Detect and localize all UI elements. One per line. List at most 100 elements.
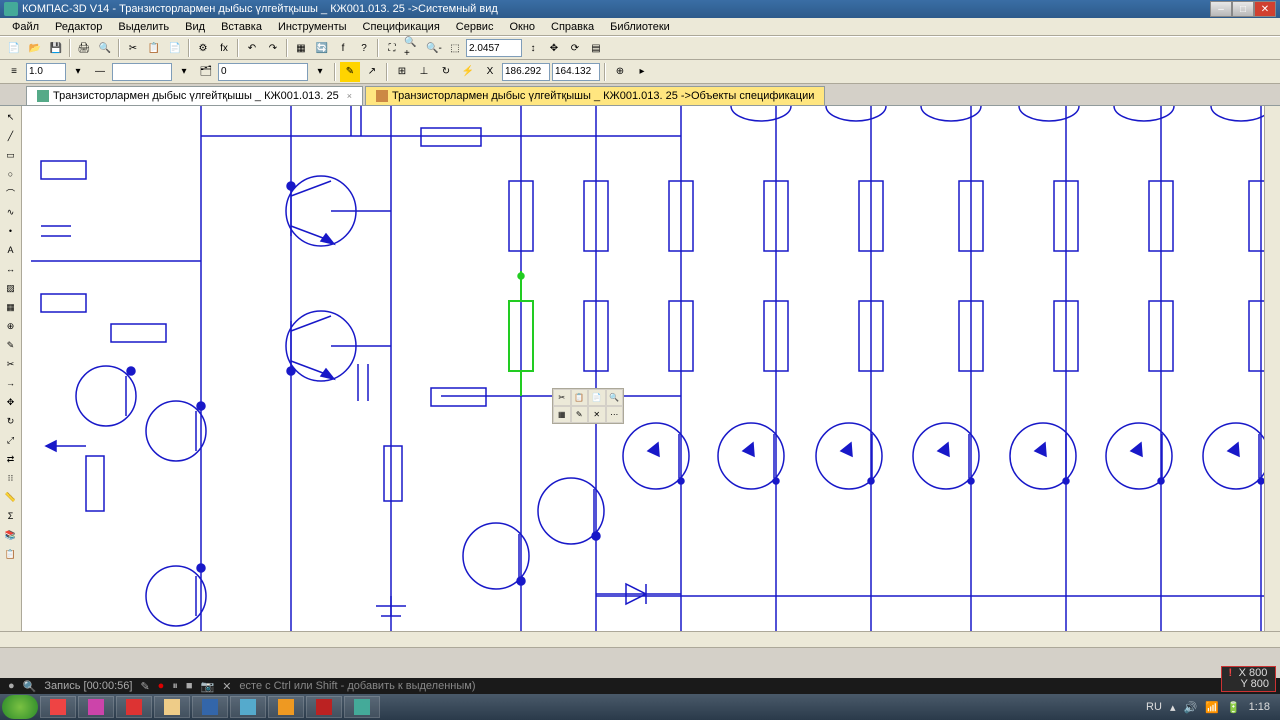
dropdown3-icon[interactable]: ▾ xyxy=(310,62,330,82)
copy-button[interactable]: 📋 xyxy=(144,38,164,58)
tool-spec[interactable]: 📋 xyxy=(2,545,20,563)
snap2-button[interactable]: ⊕ xyxy=(610,62,630,82)
layer-button[interactable]: 🗂 xyxy=(196,62,216,82)
zoom-tool-icon[interactable]: 🔍 xyxy=(23,680,37,693)
manager-button[interactable]: ▦ xyxy=(291,38,311,58)
grid-button[interactable]: ⊞ xyxy=(392,62,412,82)
task-rec[interactable] xyxy=(306,696,342,718)
refresh-button[interactable]: 🔄 xyxy=(312,38,332,58)
task-explorer[interactable] xyxy=(154,696,190,718)
scale-input[interactable] xyxy=(26,63,66,81)
tool-table[interactable]: ▦ xyxy=(2,298,20,316)
close-rec-icon[interactable]: ✕ xyxy=(222,680,231,693)
ctx-copy-button[interactable]: 📋 xyxy=(571,389,589,406)
maximize-button[interactable]: □ xyxy=(1232,1,1254,17)
style-button[interactable]: ≡ xyxy=(4,62,24,82)
task-app2[interactable] xyxy=(78,696,114,718)
coord-x-input[interactable] xyxy=(502,63,550,81)
linetype-input[interactable] xyxy=(112,63,172,81)
ortho-button[interactable]: ⊥ xyxy=(414,62,434,82)
tool-dim[interactable]: ↔ xyxy=(2,260,20,278)
tool-spline[interactable]: ∿ xyxy=(2,203,20,221)
zoom-prev-button[interactable]: ↕ xyxy=(523,38,543,58)
menu-spec[interactable]: Спецификация xyxy=(355,19,448,35)
tab-close-icon[interactable]: × xyxy=(347,91,352,101)
lang-indicator[interactable]: RU xyxy=(1146,701,1162,713)
cut-button[interactable]: ✂ xyxy=(123,38,143,58)
linetype-button[interactable]: — xyxy=(90,62,110,82)
pan-button[interactable]: ✥ xyxy=(544,38,564,58)
zoom-out-button[interactable]: 🔍- xyxy=(424,38,444,58)
menu-select[interactable]: Выделить xyxy=(110,19,177,35)
zoom-input[interactable] xyxy=(466,39,522,57)
round-button[interactable]: ↻ xyxy=(436,62,456,82)
volume-icon[interactable]: 🔊 xyxy=(1183,701,1197,714)
ctx-more-button[interactable]: ⋯ xyxy=(606,406,624,423)
menu-libraries[interactable]: Библиотеки xyxy=(602,19,678,35)
vars-button[interactable]: fx xyxy=(214,38,234,58)
clock[interactable]: 1:18 xyxy=(1249,701,1270,713)
tool-param2[interactable]: Σ xyxy=(2,507,20,525)
ctx-cut-button[interactable]: ✂ xyxy=(553,389,571,406)
stop-icon[interactable]: ■ xyxy=(186,680,193,692)
save-button[interactable]: 💾 xyxy=(46,38,66,58)
pencil-icon[interactable]: ✎ xyxy=(140,680,149,693)
new-button[interactable]: 📄 xyxy=(4,38,24,58)
record-icon[interactable]: ● xyxy=(158,680,165,692)
highlight-button[interactable]: ✎ xyxy=(340,62,360,82)
end-button[interactable]: ▸ xyxy=(632,62,652,82)
tool-move[interactable]: ✥ xyxy=(2,393,20,411)
tool-symbol[interactable]: ⊕ xyxy=(2,317,20,335)
zoom-in-button[interactable]: 🔍+ xyxy=(403,38,423,58)
props-button[interactable]: ⚙ xyxy=(193,38,213,58)
zoom-window-button[interactable]: ⬚ xyxy=(445,38,465,58)
ctx-paste-button[interactable]: 📄 xyxy=(588,389,606,406)
task-kompas[interactable] xyxy=(344,696,380,718)
dropdown2-icon[interactable]: ▾ xyxy=(174,62,194,82)
minimize-button[interactable]: – xyxy=(1210,1,1232,17)
ctx-edit-button[interactable]: ✎ xyxy=(571,406,589,423)
tool-rect[interactable]: ▭ xyxy=(2,146,20,164)
battery-icon[interactable]: 🔋 xyxy=(1227,701,1241,714)
menu-insert[interactable]: Вставка xyxy=(213,19,270,35)
undo-button[interactable]: ↶ xyxy=(242,38,262,58)
camera-icon[interactable]: 📷 xyxy=(200,680,214,693)
tool-hatch[interactable]: ▨ xyxy=(2,279,20,297)
layer-input[interactable] xyxy=(218,63,308,81)
tray-up-icon[interactable]: ▴ xyxy=(1170,701,1176,714)
tab-document[interactable]: Транзисторлармен дыбыс үлгейтқышы _ КЖ00… xyxy=(26,86,363,105)
ctx-del-button[interactable]: ✕ xyxy=(588,406,606,423)
task-app7[interactable] xyxy=(268,696,304,718)
tool-measure[interactable]: 📏 xyxy=(2,488,20,506)
task-word[interactable] xyxy=(192,696,228,718)
open-button[interactable]: 📂 xyxy=(25,38,45,58)
tool-extend[interactable]: → xyxy=(2,374,20,392)
ctx-zoom-button[interactable]: 🔍 xyxy=(606,389,624,406)
param-button[interactable]: ⚡ xyxy=(458,62,478,82)
paste-button[interactable]: 📄 xyxy=(165,38,185,58)
menu-tools[interactable]: Инструменты xyxy=(270,19,355,35)
tool-rotate[interactable]: ↻ xyxy=(2,412,20,430)
task-app6[interactable] xyxy=(230,696,266,718)
vertical-scrollbar[interactable] xyxy=(1264,106,1280,631)
tool-trim[interactable]: ✂ xyxy=(2,355,20,373)
menu-view[interactable]: Вид xyxy=(177,19,213,35)
tool-mirror[interactable]: ⇄ xyxy=(2,450,20,468)
display-button[interactable]: ▤ xyxy=(586,38,606,58)
task-opera[interactable] xyxy=(116,696,152,718)
help-cursor-button[interactable]: ? xyxy=(354,38,374,58)
redo-button[interactable]: ↷ xyxy=(263,38,283,58)
menu-window[interactable]: Окно xyxy=(501,19,543,35)
task-chrome[interactable] xyxy=(40,696,76,718)
tool-array[interactable]: ⁝⁝ xyxy=(2,469,20,487)
fx-button[interactable]: f xyxy=(333,38,353,58)
refresh2-button[interactable]: ⟳ xyxy=(565,38,585,58)
tool-scale[interactable]: ⤢ xyxy=(2,431,20,449)
menu-help[interactable]: Справка xyxy=(543,19,602,35)
drawing-canvas[interactable]: ✂ 📋 📄 🔍 ▦ ✎ ✕ ⋯ xyxy=(22,106,1280,631)
menu-file[interactable]: Файл xyxy=(4,19,47,35)
tool-point[interactable]: • xyxy=(2,222,20,240)
print-button[interactable]: 🖨 xyxy=(74,38,94,58)
zoom-fit-button[interactable]: ⛶ xyxy=(382,38,402,58)
tool-line[interactable]: ╱ xyxy=(2,127,20,145)
